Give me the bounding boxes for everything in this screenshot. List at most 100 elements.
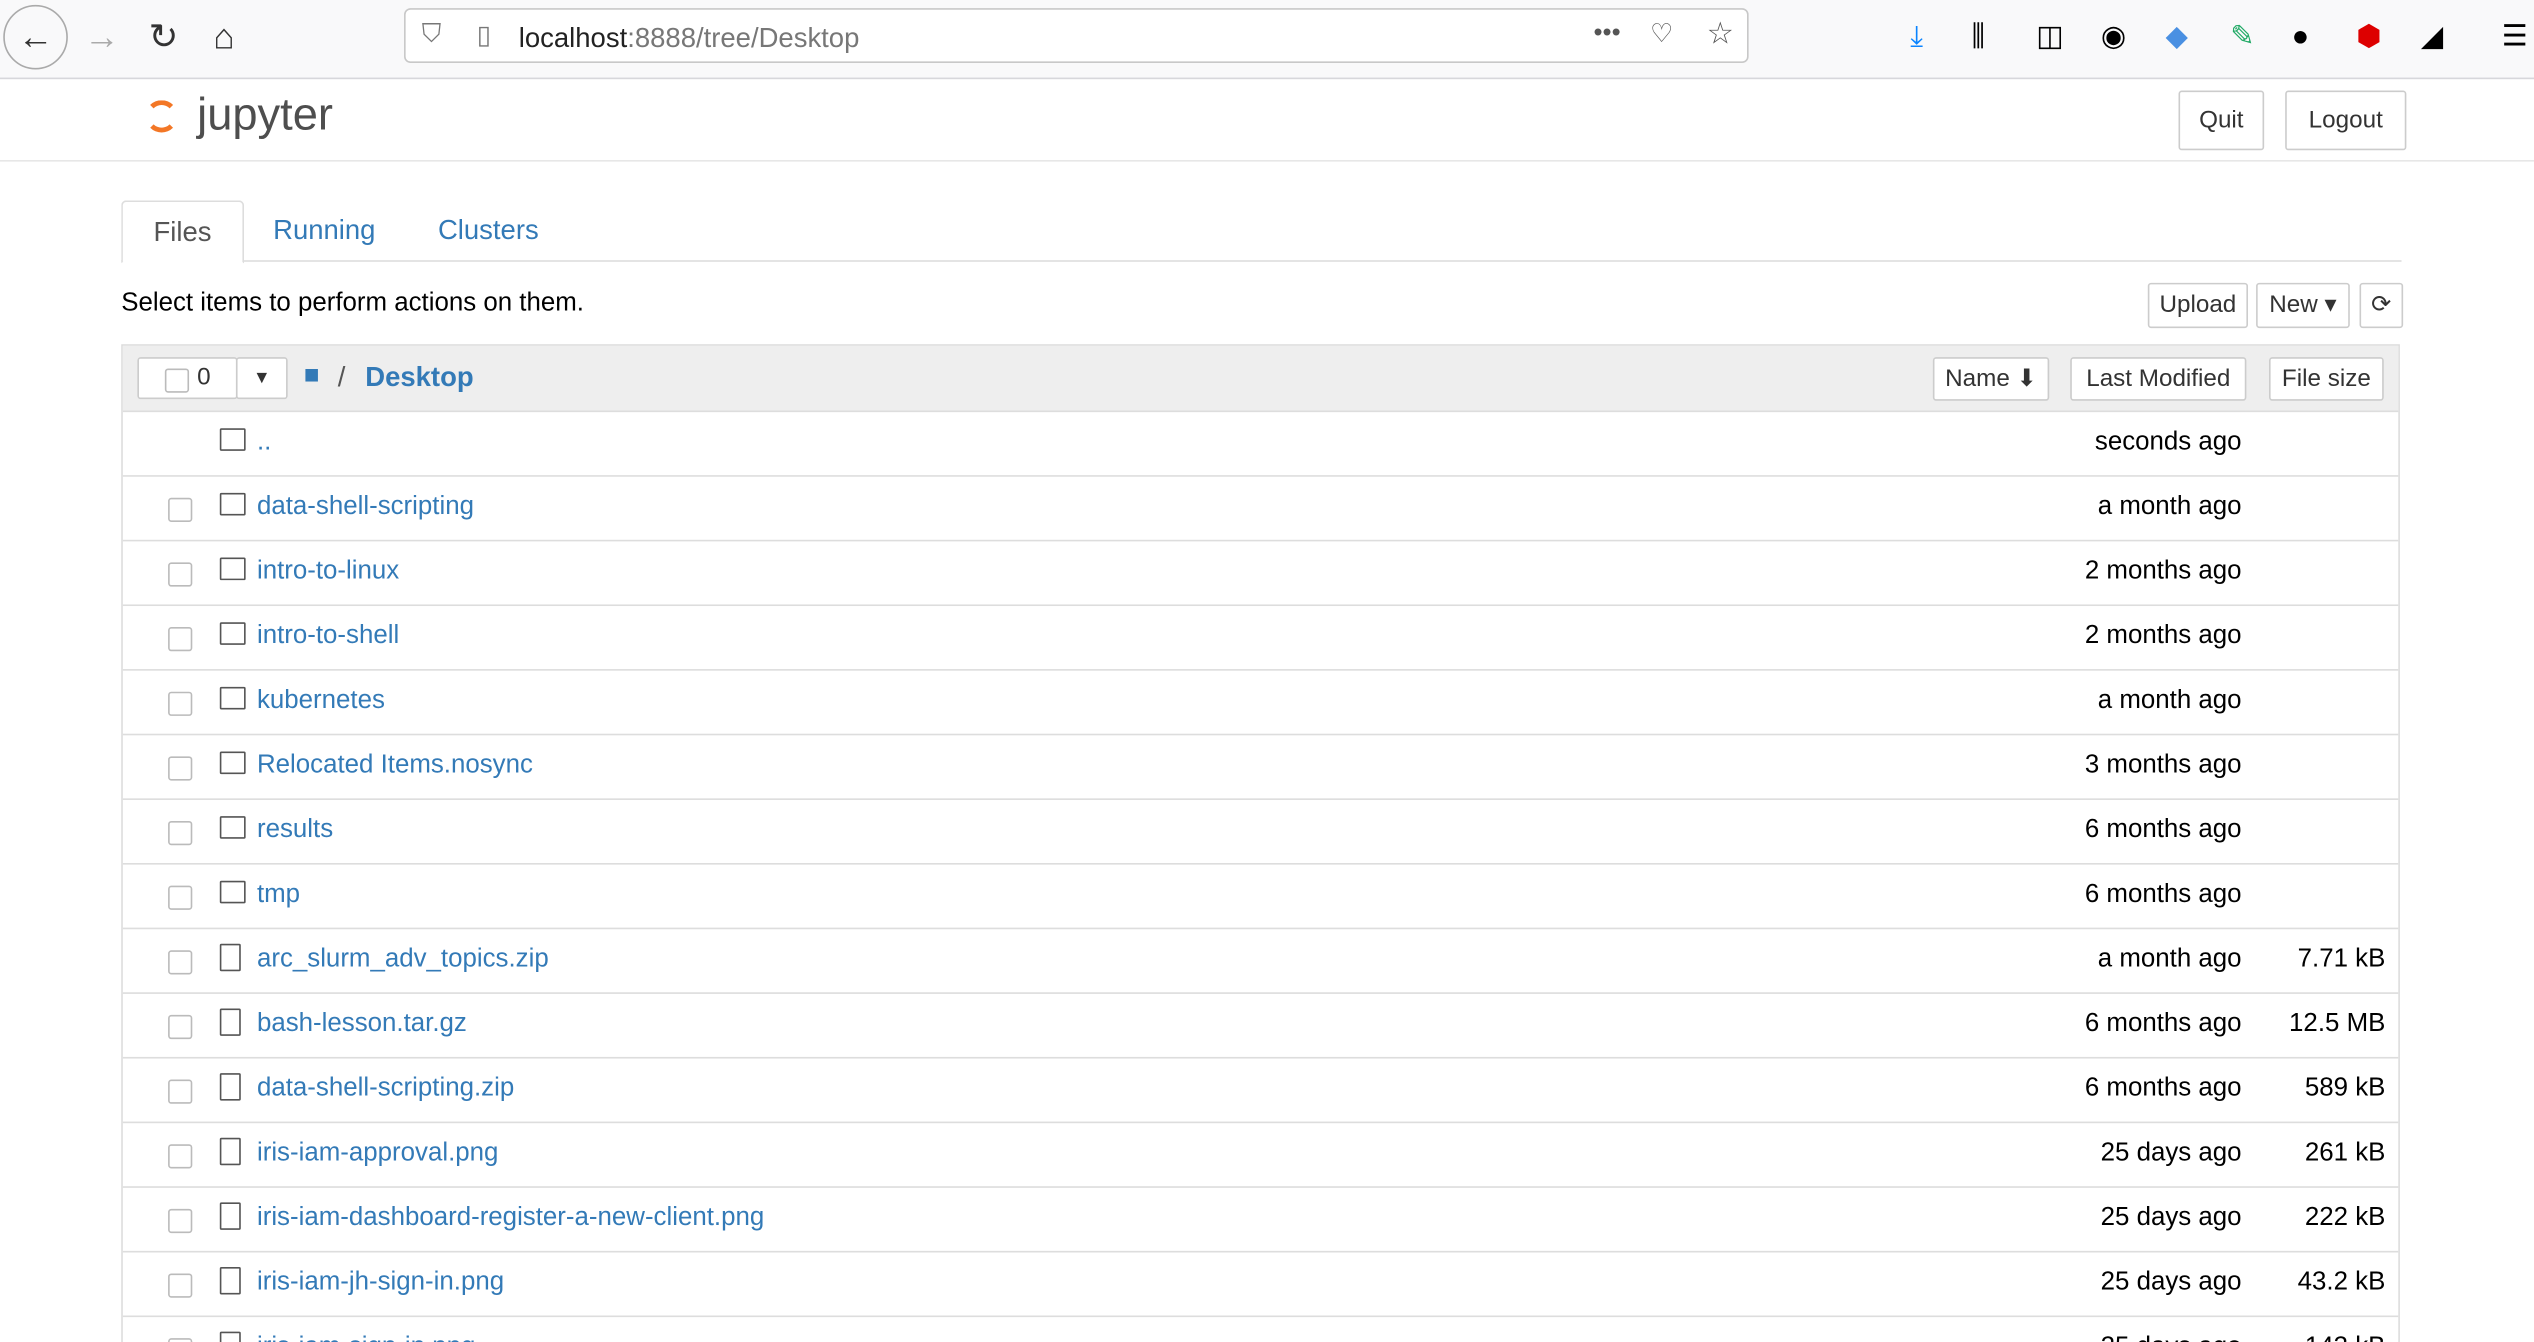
item-name-link[interactable]: iris-iam-dashboard-register-a-new-client… bbox=[257, 1204, 764, 1233]
last-modified: 6 months ago bbox=[2084, 1010, 2242, 1038]
file-row[interactable]: data-shell-scripting.zip 6 months ago 589 … bbox=[122, 1059, 2399, 1124]
row-checkbox[interactable] bbox=[168, 562, 193, 587]
tab-clusters[interactable]: Clusters bbox=[407, 200, 569, 260]
row-checkbox[interactable] bbox=[168, 497, 193, 523]
file-row[interactable]: iris-iam-jh-sign-in.png 25 days ago 43.2 k… bbox=[122, 1252, 2399, 1318]
url-host: localhost bbox=[518, 22, 628, 54]
file-size: 12.5 MB bbox=[2289, 1010, 2386, 1038]
row-checkbox[interactable] bbox=[168, 1273, 193, 1298]
item-name-link[interactable]: data-shell-scripting bbox=[257, 493, 474, 522]
upload-button[interactable]: Upload bbox=[2147, 282, 2248, 329]
jupyter-logo-icon bbox=[142, 91, 184, 139]
back-button[interactable]: ← bbox=[3, 4, 68, 70]
new-dropdown-button[interactable]: New ▾ bbox=[2256, 282, 2350, 329]
row-checkbox[interactable] bbox=[168, 1079, 193, 1104]
url-path: :8888/tree/Desktop bbox=[627, 22, 860, 54]
tab-running[interactable]: Running bbox=[242, 200, 406, 260]
breadcrumb-separator: / bbox=[337, 362, 346, 393]
account-icon[interactable]: ◉ bbox=[2101, 19, 2126, 53]
tab-files[interactable]: Files bbox=[121, 200, 244, 264]
file-row[interactable]: intro-to-shell 2 months ago bbox=[122, 606, 2399, 671]
row-checkbox[interactable] bbox=[168, 885, 193, 910]
file-row[interactable]: iris-iam-sign-in.png 25 days ago 143 kB bbox=[123, 1317, 2398, 1342]
row-checkbox[interactable] bbox=[168, 1338, 193, 1342]
reload-button[interactable]: ↻ bbox=[149, 16, 179, 58]
sort-name-button[interactable]: Name ⬇ bbox=[1932, 357, 2050, 401]
item-name-link[interactable]: Relocated Items.nosync bbox=[257, 751, 533, 780]
last-modified: a month ago bbox=[2097, 686, 2242, 715]
row-checkbox[interactable] bbox=[168, 1208, 193, 1234]
jupyter-header: jupyter Quit Logout bbox=[0, 79, 2534, 162]
file-row[interactable]: data-shell-scripting a month ago bbox=[122, 477, 2399, 542]
more-icon[interactable]: ••• bbox=[1593, 19, 1620, 48]
select-all-box[interactable] bbox=[164, 368, 190, 393]
file-row[interactable]: .. seconds ago bbox=[122, 412, 2399, 477]
row-checkbox[interactable] bbox=[168, 1014, 193, 1040]
forward-button[interactable]: → bbox=[84, 16, 120, 58]
file-icon bbox=[219, 1331, 241, 1342]
pocket-icon[interactable]: ♡ bbox=[1650, 18, 1673, 50]
sidebar-icon[interactable]: ◫ bbox=[2036, 19, 2063, 53]
file-row[interactable]: Relocated Items.nosync 3 months ago bbox=[122, 735, 2399, 800]
last-modified: 6 months ago bbox=[2084, 1074, 2242, 1103]
select-all-checkbox[interactable]: 0 bbox=[137, 357, 238, 400]
extension-chart-icon[interactable]: ◢ bbox=[2421, 19, 2443, 53]
item-name-link[interactable]: results bbox=[257, 816, 333, 845]
browser-toolbar: ← → ↻ ⌂ ⛉ ▯ localhost:8888/tree/Desktop … bbox=[0, 0, 2534, 80]
last-modified: 3 months ago bbox=[2084, 751, 2242, 779]
menu-icon[interactable]: ☰ bbox=[2502, 19, 2528, 53]
file-row[interactable]: intro-to-linux 2 months ago bbox=[122, 541, 2399, 607]
file-size: 7.71 kB bbox=[2297, 945, 2386, 973]
row-checkbox[interactable] bbox=[168, 756, 193, 781]
file-row[interactable]: kubernetes a month ago bbox=[122, 671, 2399, 736]
folder-icon bbox=[219, 880, 246, 904]
breadcrumb-desktop[interactable]: Desktop bbox=[365, 362, 473, 394]
selection-dropdown[interactable]: ▼ bbox=[235, 357, 288, 400]
url-text[interactable]: localhost:8888/tree/Desktop bbox=[519, 23, 860, 55]
home-button[interactable]: ⌂ bbox=[213, 16, 234, 58]
file-list: 0 ▼ ■ / Desktop Name ⬇ Last Modified Fil… bbox=[121, 344, 2400, 1342]
last-modified: 6 months ago bbox=[2084, 880, 2242, 909]
last-modified: 25 days ago bbox=[2101, 1333, 2242, 1342]
item-name-link[interactable]: iris-iam-jh-sign-in.png bbox=[257, 1269, 504, 1298]
download-icon[interactable]: ⤓ bbox=[1910, 19, 1923, 53]
row-checkbox[interactable] bbox=[168, 950, 193, 975]
logout-button[interactable]: Logout bbox=[2285, 90, 2407, 151]
folder-icon bbox=[219, 428, 246, 451]
file-size: 589 kB bbox=[2304, 1074, 2386, 1103]
sort-file-size-button[interactable]: File size bbox=[2269, 357, 2384, 401]
last-modified: 25 days ago bbox=[2100, 1139, 2242, 1167]
file-row[interactable]: iris-iam-dashboard-register-a-new-client… bbox=[122, 1188, 2399, 1253]
file-row[interactable]: tmp 6 months ago bbox=[122, 865, 2399, 930]
extension-dots-icon[interactable]: ● bbox=[2292, 19, 2310, 53]
library-icon[interactable]: ⫼ bbox=[1972, 19, 1985, 53]
refresh-button[interactable]: ⟳ bbox=[2359, 282, 2404, 329]
file-row[interactable]: arc_slurm_adv_topics.zip a month ago 7.71 … bbox=[122, 929, 2399, 994]
row-checkbox[interactable] bbox=[168, 1144, 193, 1169]
extension-icon[interactable]: ◆ bbox=[2166, 19, 2188, 53]
item-name-link[interactable]: iris-iam-sign-in.png bbox=[257, 1333, 475, 1342]
file-row[interactable]: iris-iam-approval.png 25 days ago 261 kB bbox=[122, 1123, 2399, 1188]
item-name-link[interactable]: intro-to-linux bbox=[257, 558, 399, 587]
item-name-link[interactable]: intro-to-shell bbox=[257, 622, 399, 651]
item-name-link[interactable]: .. bbox=[257, 428, 271, 457]
item-name-link[interactable]: kubernetes bbox=[257, 687, 385, 716]
item-name-link[interactable]: data-shell-scripting.zip bbox=[257, 1075, 514, 1104]
item-name-link[interactable]: tmp bbox=[257, 881, 300, 910]
row-checkbox[interactable] bbox=[168, 820, 193, 846]
jupyter-logo[interactable]: jupyter bbox=[142, 89, 333, 141]
address-bar[interactable]: ⛉ ▯ localhost:8888/tree/Desktop ••• ♡ ☆ bbox=[404, 8, 1749, 64]
file-row[interactable]: results 6 months ago bbox=[122, 800, 2399, 865]
row-checkbox[interactable] bbox=[168, 691, 193, 716]
item-name-link[interactable]: arc_slurm_adv_topics.zip bbox=[257, 945, 549, 974]
row-checkbox[interactable] bbox=[168, 627, 193, 652]
item-name-link[interactable]: bash-lesson.tar.gz bbox=[257, 1010, 467, 1039]
extension-pen-icon[interactable]: ✎ bbox=[2230, 19, 2254, 53]
bookmark-star-icon[interactable]: ☆ bbox=[1707, 16, 1735, 53]
sort-last-modified-button[interactable]: Last Modified bbox=[2070, 357, 2247, 401]
quit-button[interactable]: Quit bbox=[2178, 90, 2265, 151]
adblock-icon[interactable]: ⬢ bbox=[2356, 19, 2381, 53]
file-row[interactable]: bash-lesson.tar.gz 6 months ago 12.5 MB bbox=[122, 994, 2399, 1059]
item-name-link[interactable]: iris-iam-approval.png bbox=[257, 1139, 498, 1168]
selected-count: 0 bbox=[197, 363, 211, 392]
